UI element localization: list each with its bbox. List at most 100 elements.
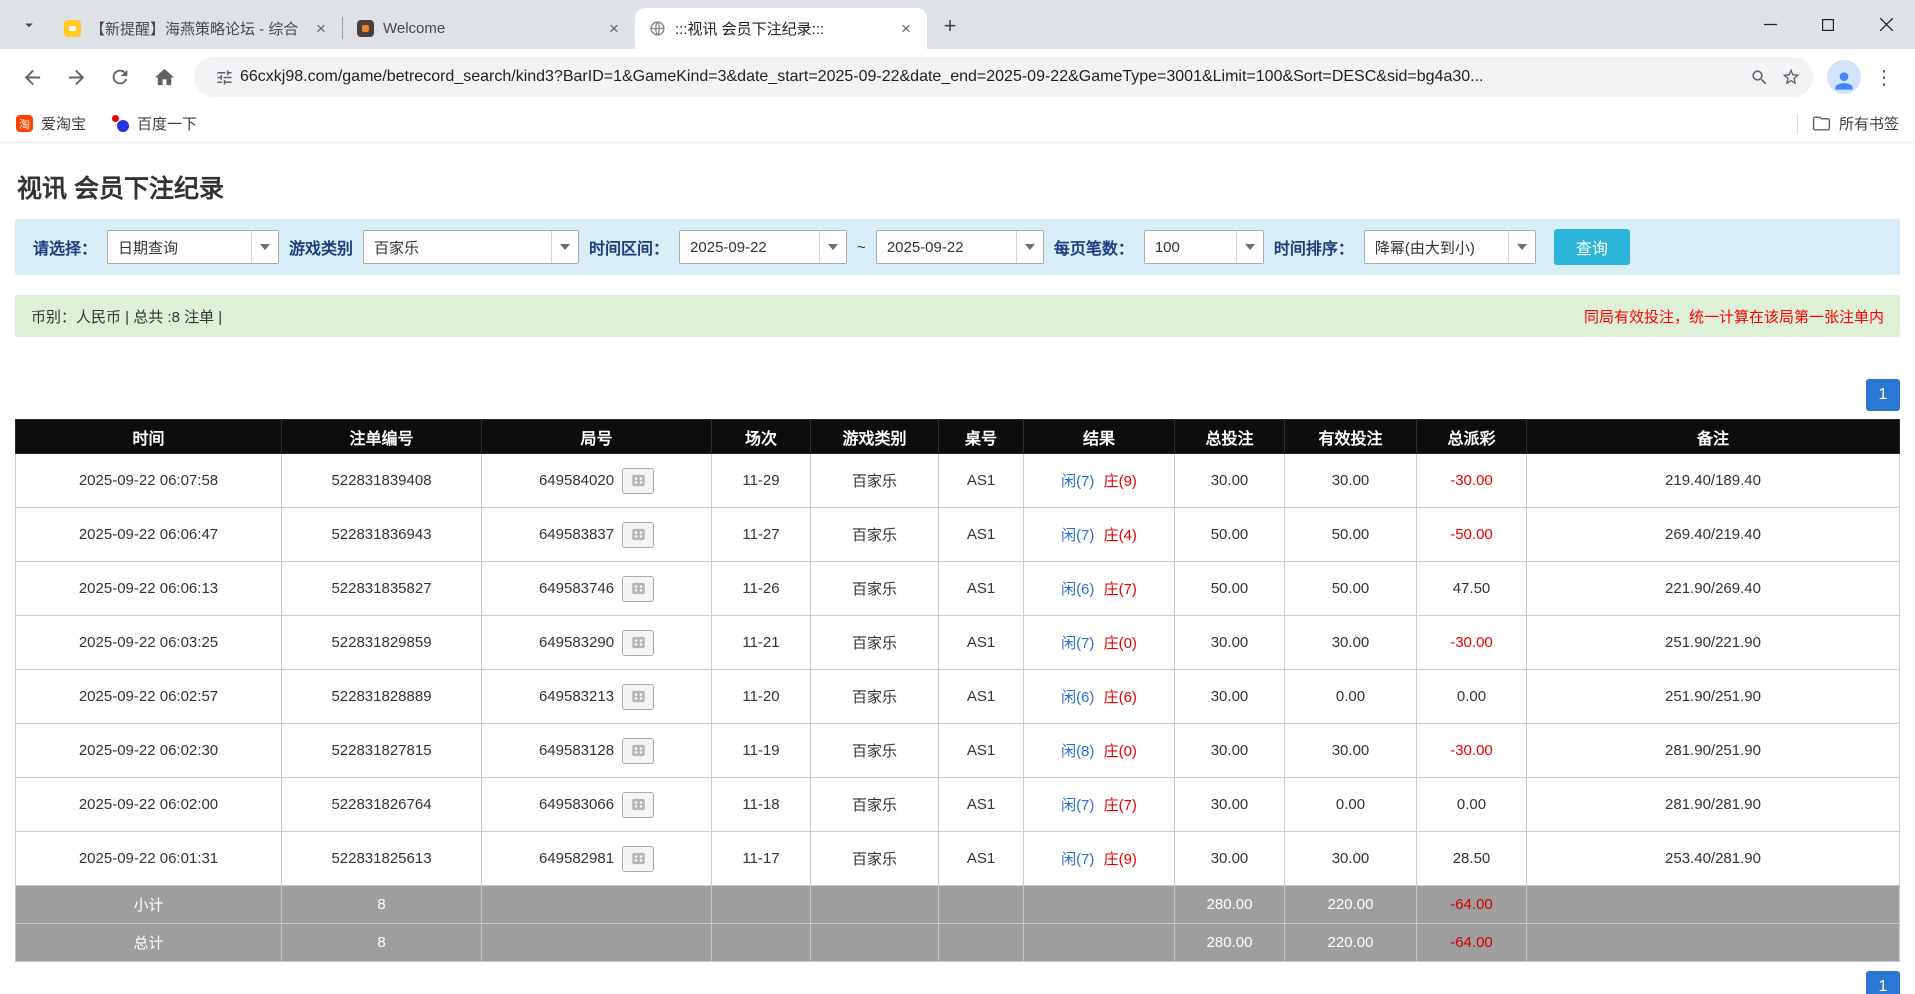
- round-detail-button[interactable]: [622, 684, 654, 710]
- dice-icon: [630, 473, 647, 488]
- cell-time: 2025-09-22 06:07:58: [16, 454, 282, 508]
- sort-select[interactable]: 降幂(由大到小): [1364, 230, 1536, 264]
- zoom-icon: [1750, 68, 1769, 87]
- tab-welcome[interactable]: Welcome ×: [343, 8, 635, 49]
- query-type-dropdown-button[interactable]: [251, 231, 278, 263]
- pagination-page-1-bottom-button[interactable]: 1: [1866, 971, 1900, 994]
- cell-bet-no: 522831839408: [282, 454, 482, 508]
- cell-total-bet[interactable]: 30.00: [1175, 454, 1285, 508]
- profile-avatar[interactable]: [1827, 60, 1861, 94]
- date-end-dropdown-button[interactable]: [1016, 231, 1043, 263]
- minimize-button[interactable]: [1741, 0, 1799, 49]
- cell-bet-no: 522831828889: [282, 670, 482, 724]
- tab-close-icon[interactable]: ×: [895, 18, 917, 40]
- tab-close-icon[interactable]: ×: [310, 18, 332, 40]
- cell-note: 251.90/251.90: [1527, 670, 1900, 724]
- home-button[interactable]: [144, 57, 184, 97]
- cell-time: 2025-09-22 06:02:57: [16, 670, 282, 724]
- round-detail-button[interactable]: [622, 846, 654, 872]
- subtotal-total-bet: 280.00: [1175, 886, 1285, 924]
- baidu-icon: [112, 115, 129, 132]
- site-settings-button[interactable]: [208, 61, 240, 93]
- game-type-select[interactable]: 百家乐: [363, 230, 579, 264]
- header-table-no: 桌号: [939, 420, 1024, 454]
- result-player: 闲(7): [1061, 851, 1094, 868]
- cell-total-bet[interactable]: 30.00: [1175, 778, 1285, 832]
- total-row: 总计 8 280.00 220.00 -64.00: [16, 924, 1900, 962]
- sort-label: 时间排序：: [1274, 235, 1354, 259]
- query-type-select[interactable]: 日期查询: [107, 230, 279, 264]
- bookmark-baidu[interactable]: 百度一下: [112, 113, 197, 134]
- url-text[interactable]: 66cxkj98.com/game/betrecord_search/kind3…: [240, 68, 1743, 86]
- date-start-dropdown-button[interactable]: [819, 231, 846, 263]
- tab-search-button[interactable]: [12, 8, 46, 42]
- home-icon: [153, 66, 176, 89]
- cell-game-type: 百家乐: [811, 454, 939, 508]
- reload-icon: [109, 66, 131, 88]
- reload-button[interactable]: [100, 57, 140, 97]
- game-type-dropdown-button[interactable]: [551, 231, 578, 263]
- cell-total-bet[interactable]: 30.00: [1175, 616, 1285, 670]
- header-time: 时间: [16, 420, 282, 454]
- round-detail-button[interactable]: [622, 792, 654, 818]
- cell-payout: 28.50: [1417, 832, 1527, 886]
- result-player: 闲(7): [1061, 635, 1094, 652]
- cell-payout: -30.00: [1417, 616, 1527, 670]
- table-header-row: 时间 注单编号 局号 场次 游戏类别 桌号 结果 总投注 有效投注 总派彩 备注: [16, 420, 1900, 454]
- tab-close-icon[interactable]: ×: [603, 18, 625, 40]
- chevron-down-icon: [20, 16, 38, 34]
- cell-round-no: 649583213: [482, 670, 712, 724]
- date-start-select[interactable]: 2025-09-22: [679, 230, 847, 264]
- round-detail-button[interactable]: [622, 738, 654, 764]
- bookmark-taobao[interactable]: 爱淘宝: [16, 113, 86, 134]
- cell-time: 2025-09-22 06:01:31: [16, 832, 282, 886]
- pagination-page-1-button[interactable]: 1: [1866, 379, 1900, 411]
- cell-round-no: 649583290: [482, 616, 712, 670]
- minimize-icon: [1764, 18, 1777, 31]
- cell-game-type: 百家乐: [811, 778, 939, 832]
- tab-strip: 【新提醒】海燕策略论坛 - 综合 × Welcome × :::视讯 会员下注纪…: [0, 0, 1915, 49]
- close-button[interactable]: [1857, 0, 1915, 49]
- cell-result: 闲(6) 庄(6): [1024, 670, 1175, 724]
- sort-dropdown-button[interactable]: [1508, 231, 1535, 263]
- per-page-select[interactable]: 100: [1144, 230, 1264, 264]
- search-button[interactable]: 查询: [1554, 229, 1630, 265]
- forward-button[interactable]: [56, 57, 96, 97]
- bookmark-star-button[interactable]: [1775, 61, 1807, 93]
- zoom-button[interactable]: [1743, 61, 1775, 93]
- cell-total-bet[interactable]: 50.00: [1175, 562, 1285, 616]
- all-bookmarks-button[interactable]: 所有书签: [1812, 113, 1899, 134]
- round-no-text: 649583213: [539, 688, 614, 705]
- tab-haiyan-forum[interactable]: 【新提醒】海燕策略论坛 - 综合 ×: [50, 8, 342, 49]
- bookmark-label: 爱淘宝: [41, 113, 86, 134]
- browser-menu-button[interactable]: ⋮: [1865, 58, 1903, 96]
- cell-result: 闲(7) 庄(9): [1024, 832, 1175, 886]
- round-detail-button[interactable]: [622, 522, 654, 548]
- cell-total-bet[interactable]: 30.00: [1175, 832, 1285, 886]
- address-bar[interactable]: 66cxkj98.com/game/betrecord_search/kind3…: [194, 57, 1813, 97]
- maximize-button[interactable]: [1799, 0, 1857, 49]
- round-detail-button[interactable]: [622, 576, 654, 602]
- cell-session: 11-17: [712, 832, 811, 886]
- bet-record-page: 视讯 会员下注纪录 请选择： 日期查询 游戏类别 百家乐 时间区间： 2025-…: [0, 169, 1915, 962]
- cell-valid-bet: 50.00: [1285, 508, 1417, 562]
- star-icon: [1781, 67, 1801, 87]
- cell-time: 2025-09-22 06:06:47: [16, 508, 282, 562]
- cell-valid-bet: 0.00: [1285, 670, 1417, 724]
- tab-bet-record[interactable]: :::视讯 会员下注纪录::: ×: [635, 8, 927, 49]
- back-button[interactable]: [12, 57, 52, 97]
- cell-session: 11-19: [712, 724, 811, 778]
- per-page-dropdown-button[interactable]: [1236, 231, 1263, 263]
- date-end-select[interactable]: 2025-09-22: [876, 230, 1044, 264]
- round-detail-button[interactable]: [622, 630, 654, 656]
- forum-favicon-icon: [64, 20, 81, 37]
- cell-total-bet[interactable]: 30.00: [1175, 670, 1285, 724]
- cell-table-no: AS1: [939, 562, 1024, 616]
- result-player: 闲(6): [1061, 689, 1094, 706]
- round-detail-button[interactable]: [622, 468, 654, 494]
- date-range-tilde: ~: [857, 239, 866, 256]
- cell-total-bet[interactable]: 30.00: [1175, 724, 1285, 778]
- cell-total-bet[interactable]: 50.00: [1175, 508, 1285, 562]
- new-tab-button[interactable]: +: [933, 9, 967, 43]
- browser-toolbar: 66cxkj98.com/game/betrecord_search/kind3…: [0, 49, 1915, 105]
